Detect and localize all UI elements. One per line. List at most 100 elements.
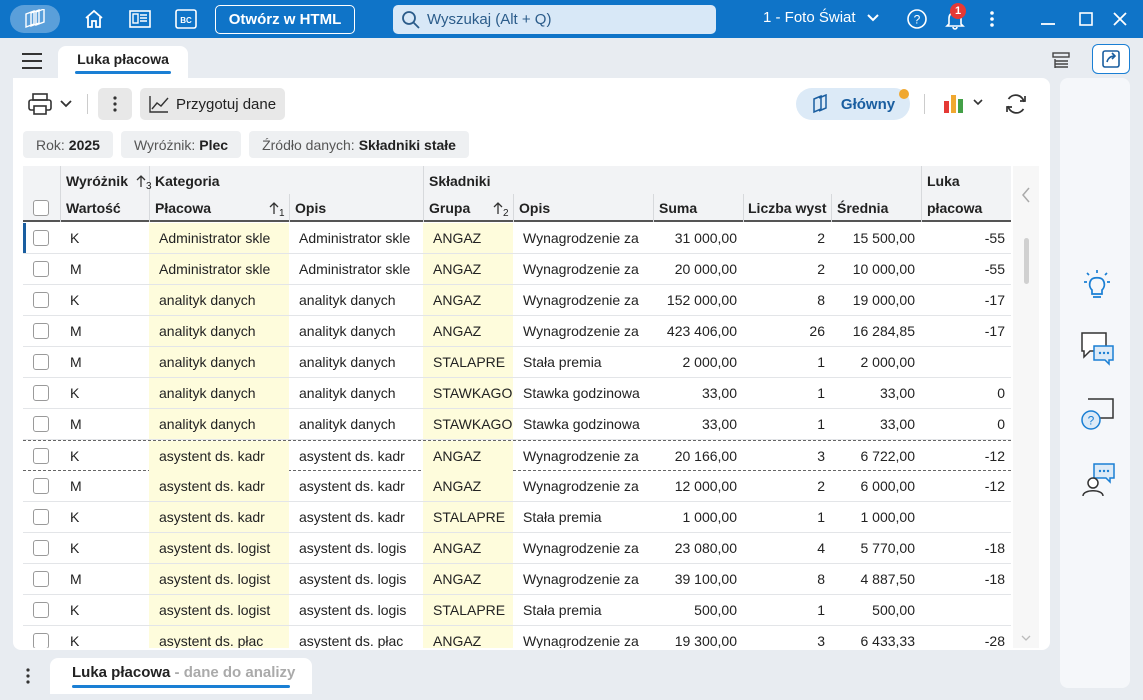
cell-grupa[interactable]: ANGAZ — [423, 564, 513, 594]
cell-srednia[interactable]: 6 433,33 — [831, 626, 921, 648]
row-checkbox[interactable] — [33, 471, 60, 501]
cell-wartosc[interactable]: K — [60, 285, 149, 315]
cell-luka[interactable]: -18 — [921, 564, 1011, 594]
cell-opis[interactable]: Administrator skle — [289, 223, 423, 253]
view-selector-button[interactable]: Główny — [796, 88, 910, 120]
cell-suma[interactable]: 1 000,00 — [653, 502, 743, 532]
table-row[interactable]: Manalityk danych analityk danych STAWKAGO S… — [23, 409, 1011, 440]
header-group-kategoria[interactable]: Kategoria — [155, 170, 220, 192]
cell-luka[interactable]: -17 — [921, 285, 1011, 315]
cell-wartosc[interactable]: K — [60, 502, 149, 532]
cell-opis[interactable]: asystent ds. kadr — [289, 441, 423, 471]
more-options-button[interactable] — [98, 88, 132, 120]
cell-srednia[interactable]: 2 000,00 — [831, 347, 921, 377]
chart-menu-button[interactable] — [942, 91, 984, 115]
consultant-icon[interactable] — [1080, 462, 1116, 501]
row-checkbox[interactable] — [33, 533, 60, 563]
cell-srednia[interactable]: 500,00 — [831, 595, 921, 625]
cell-luka[interactable]: -17 — [921, 316, 1011, 346]
cell-placowa[interactable]: asystent ds. logist — [149, 564, 289, 594]
header-wartosc[interactable]: Wartość — [66, 196, 121, 220]
cell-opis[interactable]: asystent ds. logis — [289, 564, 423, 594]
cell-luka[interactable]: -55 — [921, 254, 1011, 284]
table-row[interactable]: Kasystent ds. kadr asystent ds. kadr ANGAZ… — [23, 440, 1011, 471]
cell-suma[interactable]: 23 080,00 — [653, 533, 743, 563]
cell-wartosc[interactable]: M — [60, 471, 149, 501]
cell-wartosc[interactable]: K — [60, 378, 149, 408]
cell-suma[interactable]: 39 100,00 — [653, 564, 743, 594]
cell-grupa[interactable]: STALAPRE — [423, 502, 513, 532]
row-checkbox[interactable] — [33, 595, 60, 625]
cell-opis[interactable]: asystent ds. kadr — [289, 471, 423, 501]
help-icon[interactable]: ? — [905, 7, 929, 31]
cell-grupa[interactable]: ANGAZ — [423, 626, 513, 648]
cell-opis-skladnika[interactable]: Wynagrodzenie za — [513, 223, 653, 253]
cell-luka[interactable]: 0 — [921, 378, 1011, 408]
table-row[interactable]: Kasystent ds. logist asystent ds. logis AN… — [23, 533, 1011, 564]
cell-srednia[interactable]: 15 500,00 — [831, 223, 921, 253]
cell-opis-skladnika[interactable]: Wynagrodzenie za — [513, 441, 653, 471]
header-group-wyroznik[interactable]: Wyróżnik 3 — [66, 170, 152, 192]
cell-opis-skladnika[interactable]: Wynagrodzenie za — [513, 316, 653, 346]
cell-placowa[interactable]: asystent ds. kadr — [149, 471, 289, 501]
cell-opis-skladnika[interactable]: Stawka godzinowa — [513, 409, 653, 439]
cell-suma[interactable]: 2 000,00 — [653, 347, 743, 377]
header-placowa[interactable]: Płacowa — [155, 196, 211, 220]
row-checkbox[interactable] — [33, 502, 60, 532]
cell-srednia[interactable]: 33,00 — [831, 378, 921, 408]
header-srednia[interactable]: Średnia — [837, 196, 888, 220]
cell-opis-skladnika[interactable]: Wynagrodzenie za — [513, 626, 653, 648]
print-button[interactable] — [27, 92, 73, 116]
cell-liczba[interactable]: 1 — [743, 502, 831, 532]
row-checkbox[interactable] — [33, 378, 60, 408]
prepare-data-button[interactable]: Przygotuj dane — [140, 88, 285, 120]
cell-wartosc[interactable]: M — [60, 409, 149, 439]
cell-grupa[interactable]: ANGAZ — [423, 441, 513, 471]
cell-liczba[interactable]: 8 — [743, 285, 831, 315]
cell-liczba[interactable]: 26 — [743, 316, 831, 346]
cell-grupa[interactable]: ANGAZ — [423, 254, 513, 284]
table-row[interactable]: Kasystent ds. logist asystent ds. logis ST… — [23, 595, 1011, 626]
table-row[interactable]: M Administrator skle Administrator skle ANG… — [23, 254, 1011, 285]
cell-opis-skladnika[interactable]: Stawka godzinowa — [513, 378, 653, 408]
cell-srednia[interactable]: 6 000,00 — [831, 471, 921, 501]
cell-luka[interactable]: -12 — [921, 471, 1011, 501]
row-checkbox[interactable] — [33, 223, 60, 253]
maximize-icon[interactable] — [1074, 7, 1098, 31]
cell-srednia[interactable]: 19 000,00 — [831, 285, 921, 315]
header-suma[interactable]: Suma — [659, 196, 697, 220]
cell-suma[interactable]: 33,00 — [653, 409, 743, 439]
cell-suma[interactable]: 20 166,00 — [653, 441, 743, 471]
row-checkbox[interactable] — [33, 409, 60, 439]
cell-placowa[interactable]: asystent ds. płac — [149, 626, 289, 648]
cell-luka[interactable]: -55 — [921, 223, 1011, 253]
cell-wartosc[interactable]: K — [60, 223, 149, 253]
cell-suma[interactable]: 152 000,00 — [653, 285, 743, 315]
cell-liczba[interactable]: 3 — [743, 441, 831, 471]
cell-suma[interactable]: 33,00 — [653, 378, 743, 408]
table-row[interactable]: Kasystent ds. płac asystent ds. płac ANGAZ… — [23, 626, 1011, 648]
cell-opis[interactable]: asystent ds. logis — [289, 595, 423, 625]
table-row[interactable]: Masystent ds. logist asystent ds. logis AN… — [23, 564, 1011, 595]
cell-wartosc[interactable]: K — [60, 533, 149, 563]
cell-wartosc[interactable]: M — [60, 316, 149, 346]
row-checkbox[interactable] — [33, 347, 60, 377]
cell-liczba[interactable]: 2 — [743, 254, 831, 284]
cell-luka[interactable]: 0 — [921, 409, 1011, 439]
cell-placowa[interactable]: analityk danych — [149, 347, 289, 377]
filter-chip-data-source[interactable]: Źródło danych: Składniki stałe — [249, 131, 469, 158]
cell-liczba[interactable]: 2 — [743, 223, 831, 253]
cell-opis-skladnika[interactable]: Wynagrodzenie za — [513, 254, 653, 284]
cell-suma[interactable]: 12 000,00 — [653, 471, 743, 501]
cell-opis[interactable]: asystent ds. kadr — [289, 502, 423, 532]
cell-liczba[interactable]: 2 — [743, 471, 831, 501]
cell-suma[interactable]: 20 000,00 — [653, 254, 743, 284]
cell-suma[interactable]: 31 000,00 — [653, 223, 743, 253]
cell-opis-skladnika[interactable]: Wynagrodzenie za — [513, 564, 653, 594]
cell-srednia[interactable]: 33,00 — [831, 409, 921, 439]
table-row[interactable]: Masystent ds. kadr asystent ds. kadr ANGAZ… — [23, 471, 1011, 502]
cell-placowa[interactable]: analityk danych — [149, 285, 289, 315]
cell-srednia[interactable]: 10 000,00 — [831, 254, 921, 284]
header-luka-placowa[interactable]: płacowa — [927, 196, 982, 220]
cell-luka[interactable]: -12 — [921, 441, 1011, 471]
